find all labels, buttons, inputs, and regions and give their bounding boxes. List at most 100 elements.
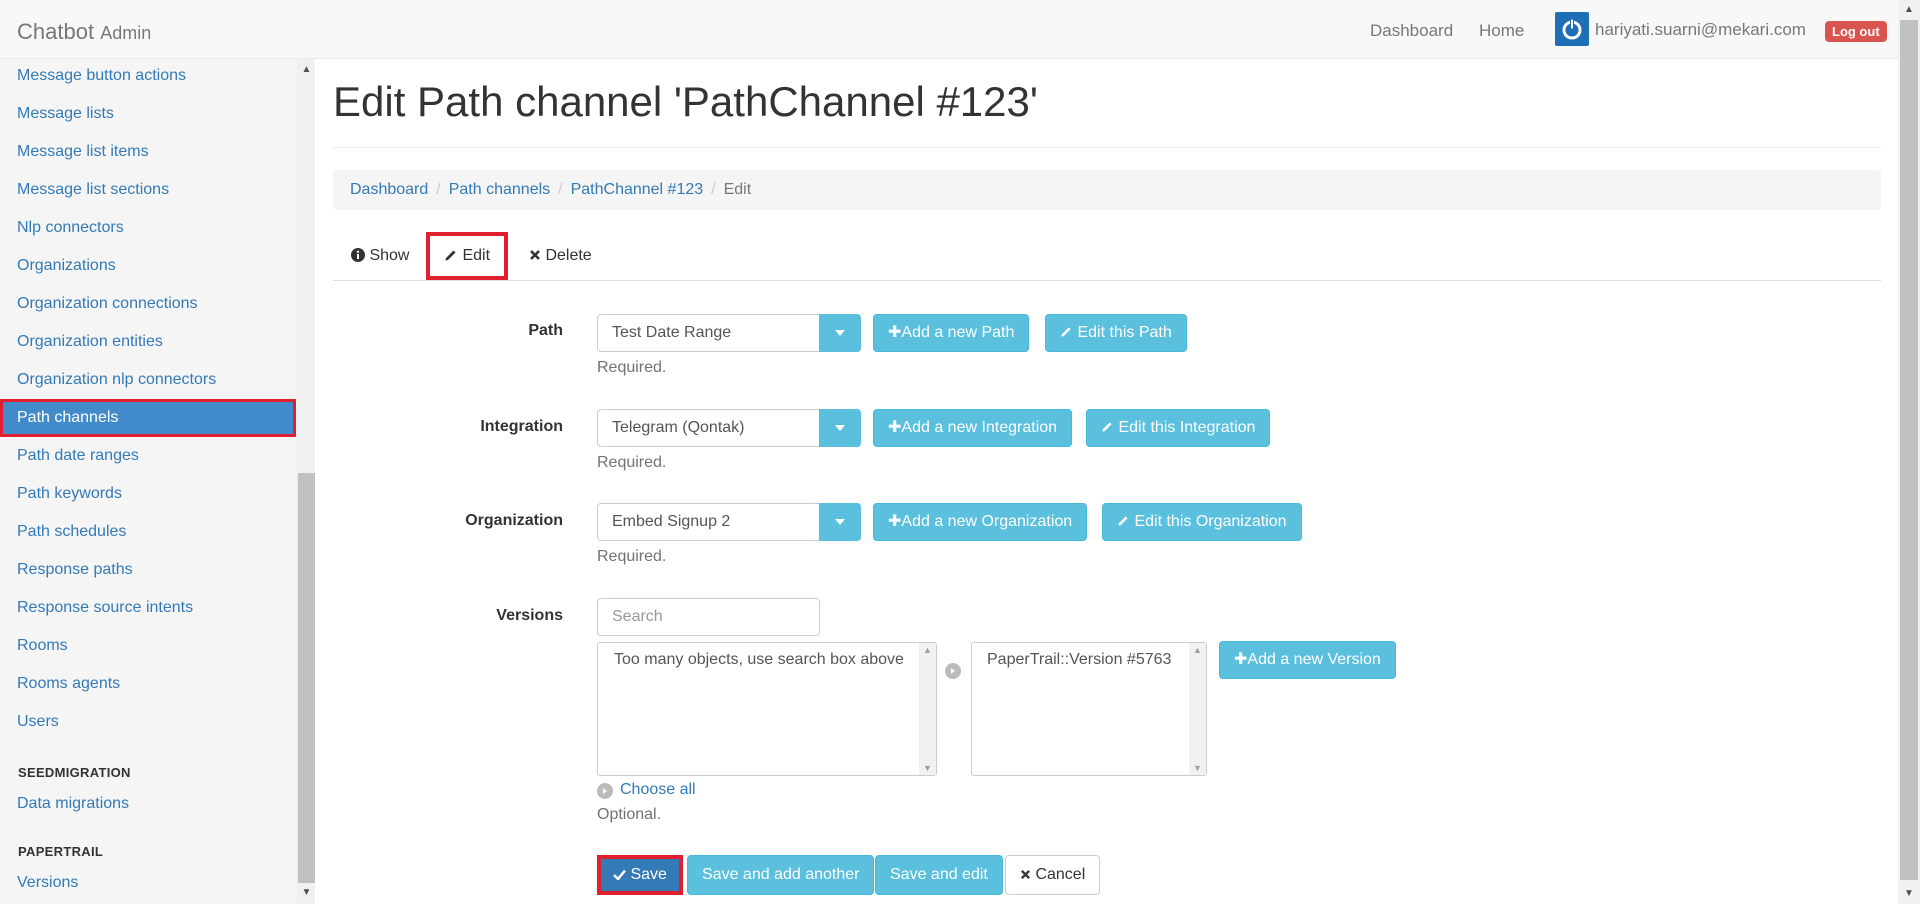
plus-icon: ✚ [888,513,902,530]
plus-icon: ✚ [1234,651,1248,668]
nav-dashboard-link[interactable]: Dashboard [1370,21,1453,41]
tab-edit[interactable]: Edit [426,232,509,280]
add-version-label: Add a new Version [1247,651,1381,668]
tab-delete[interactable]: Delete [515,232,606,280]
sidebar-item-organization-connections[interactable]: Organization connections [0,285,296,323]
sidebar-item-response-source-intents[interactable]: Response source intents [0,589,296,627]
save-and-add-another-button[interactable]: Save and add another [687,855,875,895]
scroll-down-arrow-icon[interactable]: ▼ [1189,763,1206,773]
sidebar-item-path-keywords[interactable]: Path keywords [0,475,296,513]
sidebar-scroll-up-arrow[interactable]: ▲ [298,61,315,78]
times-icon [1020,869,1031,880]
versions-search-input[interactable]: Search [597,598,820,636]
sidebar-item-path-channels[interactable]: Path channels [0,399,296,437]
user-email-link[interactable]: hariyati.suarni@mekari.com [1595,20,1806,40]
breadcrumb-current: Edit [723,181,752,198]
cancel-button[interactable]: Cancel [1005,855,1101,895]
breadcrumb-dashboard[interactable]: Dashboard [350,181,428,198]
sidebar-item-response-paths[interactable]: Response paths [0,551,296,589]
versions-selected-option[interactable]: PaperTrail::Version #5763 [987,651,1171,669]
sidebar-item-message-button-actions[interactable]: Message button actions [0,59,296,95]
integration-select[interactable]: Telegram (Qontak) [597,409,861,447]
organization-select[interactable]: Embed Signup 2 [597,503,861,541]
edit-integration-button[interactable]: Edit this Integration [1086,409,1271,447]
tab-show[interactable]: Show [337,232,423,280]
caret-down-icon [835,425,845,431]
edit-path-button[interactable]: Edit this Path [1045,314,1187,352]
info-circle-icon [351,248,365,262]
versions-available-scrollbar[interactable]: ▲ ▼ [919,643,936,775]
nav-home-link[interactable]: Home [1479,21,1524,41]
sidebar-item-organization-entities[interactable]: Organization entities [0,323,296,361]
title-divider [333,147,1881,148]
logout-button[interactable]: Log out [1825,21,1887,42]
choose-all-icon[interactable] [597,783,613,799]
brand[interactable]: Chatbot Admin [17,19,151,45]
add-integration-button[interactable]: ✚Add a new Integration [873,409,1073,447]
arrow-right-icon [603,788,607,794]
sidebar-item-rooms[interactable]: Rooms [0,627,296,665]
versions-available-list[interactable]: Too many objects, use search box above ▲… [597,642,937,776]
breadcrumb-path-channels[interactable]: Path channels [449,181,550,198]
sidebar-item-versions[interactable]: Versions [0,864,296,902]
sidebar-item-data-migrations[interactable]: Data migrations [0,785,296,823]
add-path-button[interactable]: ✚Add a new Path [873,314,1030,352]
edit-integration-label: Edit this Integration [1118,419,1256,436]
page-scrollbar-thumb[interactable] [1900,20,1918,880]
integration-dropdown-toggle[interactable] [819,409,861,447]
breadcrumb-separator: / [436,181,441,198]
tab-show-label: Show [369,247,410,264]
breadcrumb: Dashboard / Path channels / PathChannel #123… [333,170,1881,210]
versions-selected-scrollbar[interactable]: ▲ ▼ [1189,643,1206,775]
save-and-edit-button[interactable]: Save and edit [875,855,1003,895]
choose-all-link[interactable]: Choose all [620,781,696,799]
add-organization-button[interactable]: ✚Add a new Organization [873,503,1088,541]
versions-selected-list[interactable]: PaperTrail::Version #5763 ▲ ▼ [971,642,1207,776]
check-icon [613,869,626,881]
sidebar-scroll-down-arrow[interactable]: ▼ [298,884,315,901]
versions-help-text: Optional. [597,806,662,823]
sidebar-scrollbar-thumb[interactable] [298,473,315,883]
path-help-text: Required. [597,359,667,376]
organization-dropdown-toggle[interactable] [819,503,861,541]
sidebar-item-users[interactable]: Users [0,703,296,741]
integration-label: Integration [480,418,563,435]
sidebar-item-message-lists[interactable]: Message lists [0,95,296,133]
integration-select-value: Telegram (Qontak) [612,419,745,436]
brand-subtitle[interactable]: Admin [100,23,151,43]
scroll-down-arrow-icon[interactable]: ▼ [919,763,936,773]
add-integration-label: Add a new Integration [901,419,1058,436]
path-select[interactable]: Test Date Range [597,314,861,352]
sidebar-item-organizations[interactable]: Organizations [0,247,296,285]
sidebar-item-rooms-agents[interactable]: Rooms agents [0,665,296,703]
path-dropdown-toggle[interactable] [819,314,861,352]
scroll-up-arrow-icon[interactable]: ▲ [919,645,936,655]
organization-help-text: Required. [597,548,667,565]
page-title: Edit Path channel 'PathChannel #123' [333,78,1038,125]
integration-help-text: Required. [597,454,667,471]
sidebar-item-path-date-ranges[interactable]: Path date ranges [0,437,296,475]
edit-organization-label: Edit this Organization [1134,513,1287,530]
scroll-up-arrow-icon[interactable]: ▲ [1189,645,1206,655]
page-scroll-down-arrow[interactable]: ▼ [1898,884,1920,904]
breadcrumb-path-channel-record[interactable]: PathChannel #123 [571,181,704,198]
path-label: Path [528,322,563,339]
save-label: Save [630,866,667,883]
add-version-button[interactable]: ✚Add a new Version [1219,641,1396,679]
save-button[interactable]: Save [597,855,683,895]
edit-organization-button[interactable]: Edit this Organization [1102,503,1302,541]
plus-icon: ✚ [888,419,902,436]
pencil-icon [1102,422,1112,432]
pencil-icon [445,250,456,261]
sidebar-item-path-schedules[interactable]: Path schedules [0,513,296,551]
sidebar-item-message-list-items[interactable]: Message list items [0,133,296,171]
sidebar-item-message-list-sections[interactable]: Message list sections [0,171,296,209]
page-scroll-up-arrow[interactable]: ▲ [1898,0,1920,20]
organization-select-value: Embed Signup 2 [612,513,731,530]
avatar[interactable] [1555,12,1589,46]
tabs-divider [333,280,1881,281]
move-right-icon[interactable] [945,663,961,679]
brand-title[interactable]: Chatbot [17,19,94,44]
sidebar-item-organization-nlp-connectors[interactable]: Organization nlp connectors [0,361,296,399]
sidebar-item-nlp-connectors[interactable]: Nlp connectors [0,209,296,247]
